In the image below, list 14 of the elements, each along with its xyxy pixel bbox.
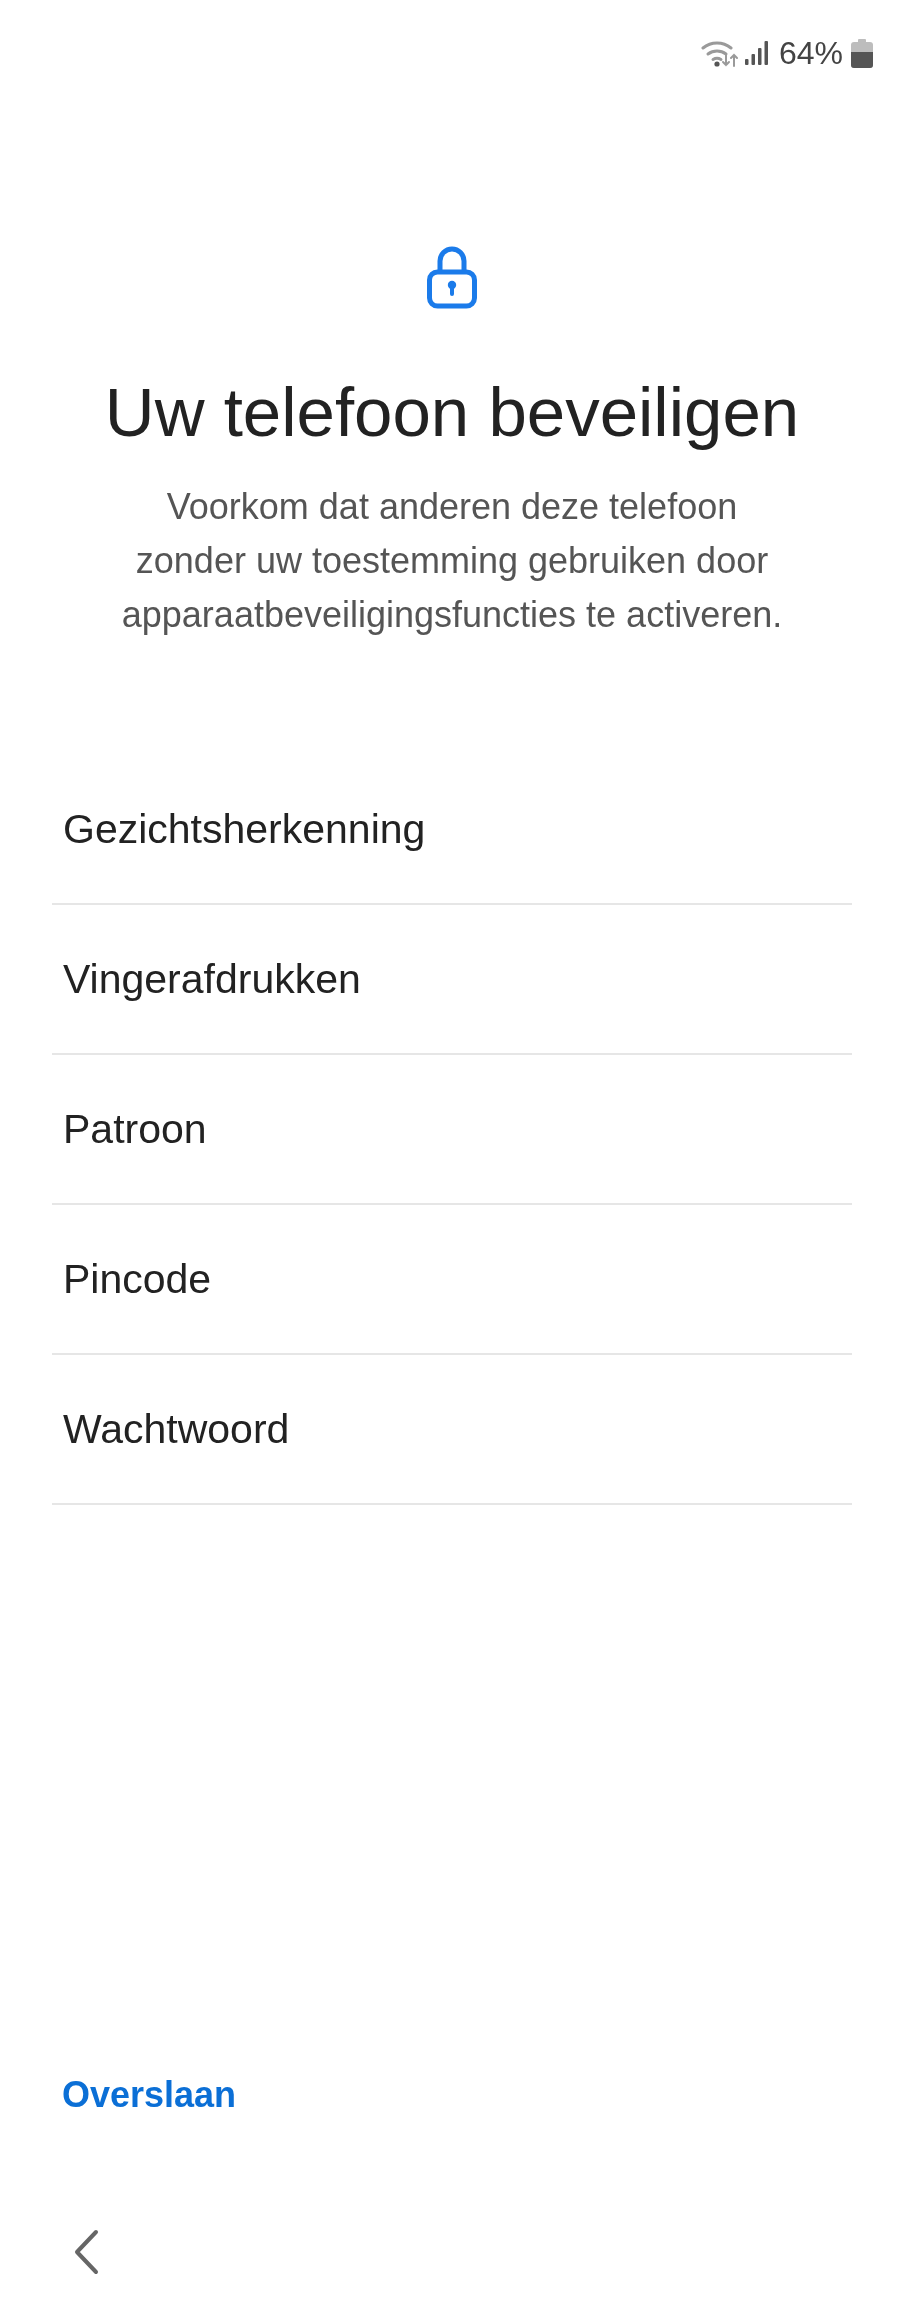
battery-percentage: 64% bbox=[778, 35, 843, 71]
lock-method-option[interactable]: Patroon bbox=[52, 1055, 852, 1205]
battery-icon bbox=[851, 38, 873, 68]
back-button[interactable] bbox=[72, 2229, 100, 2275]
description-text: Voorkom dat anderen deze telefoon zonder uw toestemming gebruiken door apparaatbeveiligingsfuncties te activeren. bbox=[120, 485, 784, 637]
skip-button[interactable]: Overslaan bbox=[62, 2071, 237, 2119]
lock-method-option[interactable]: Gezichtsherkenning bbox=[52, 755, 852, 905]
wifi-icon bbox=[700, 39, 738, 67]
lock-method-option[interactable]: Pincode bbox=[52, 1205, 852, 1355]
page-title: Uw telefoon beveiligen bbox=[104, 373, 800, 453]
lock-method-option[interactable]: Wachtwoord bbox=[52, 1355, 852, 1505]
lock-method-option[interactable]: Vingerafdrukken bbox=[52, 905, 852, 1055]
signal-icon bbox=[744, 40, 768, 66]
back-icon bbox=[72, 2229, 100, 2275]
